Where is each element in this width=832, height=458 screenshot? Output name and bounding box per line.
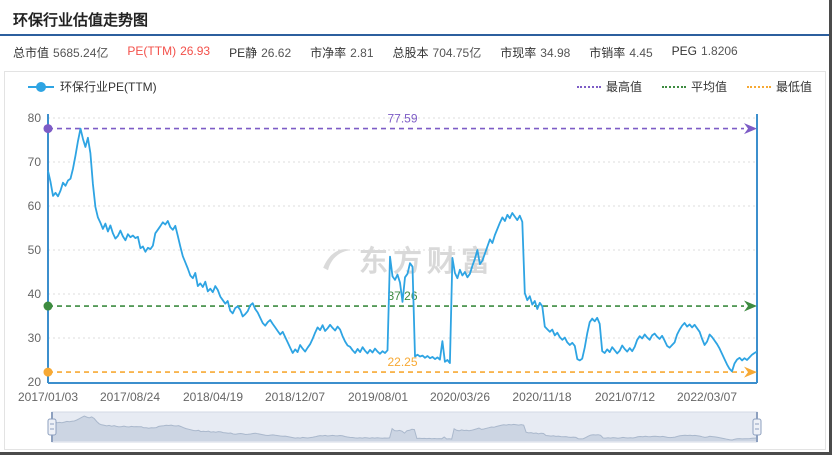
svg-text:70: 70 [28, 155, 42, 169]
svg-text:80: 80 [28, 111, 42, 125]
svg-text:2017/01/03: 2017/01/03 [18, 390, 78, 404]
chart-plot-area[interactable] [48, 114, 757, 383]
datazoom-slider[interactable] [48, 412, 761, 442]
svg-text:2021/07/12: 2021/07/12 [595, 390, 655, 404]
svg-text:20: 20 [28, 375, 42, 389]
valuation-chart-page: 环保行业估值走势图 总市值5685.24亿 PE(TTM)26.93 PE静26… [0, 0, 832, 458]
svg-text:40: 40 [28, 287, 42, 301]
svg-text:2018/04/19: 2018/04/19 [183, 390, 243, 404]
pe-trend-chart: 80 70 60 50 40 30 20 2017/01/03 2017/08/… [0, 0, 832, 458]
x-axis-labels: 2017/01/03 2017/08/24 2018/04/19 2018/12… [18, 390, 737, 404]
svg-text:2022/03/07: 2022/03/07 [677, 390, 737, 404]
y-axis-labels: 80 70 60 50 40 30 20 [28, 111, 42, 389]
svg-text:30: 30 [28, 331, 42, 345]
window-bottom-border [0, 452, 832, 455]
svg-text:2020/11/18: 2020/11/18 [512, 390, 571, 404]
svg-text:50: 50 [28, 243, 42, 257]
svg-text:60: 60 [28, 199, 42, 213]
svg-text:2019/08/01: 2019/08/01 [348, 390, 408, 404]
svg-text:2018/12/07: 2018/12/07 [265, 390, 325, 404]
svg-text:2020/03/26: 2020/03/26 [430, 390, 490, 404]
svg-text:2017/08/24: 2017/08/24 [100, 390, 160, 404]
